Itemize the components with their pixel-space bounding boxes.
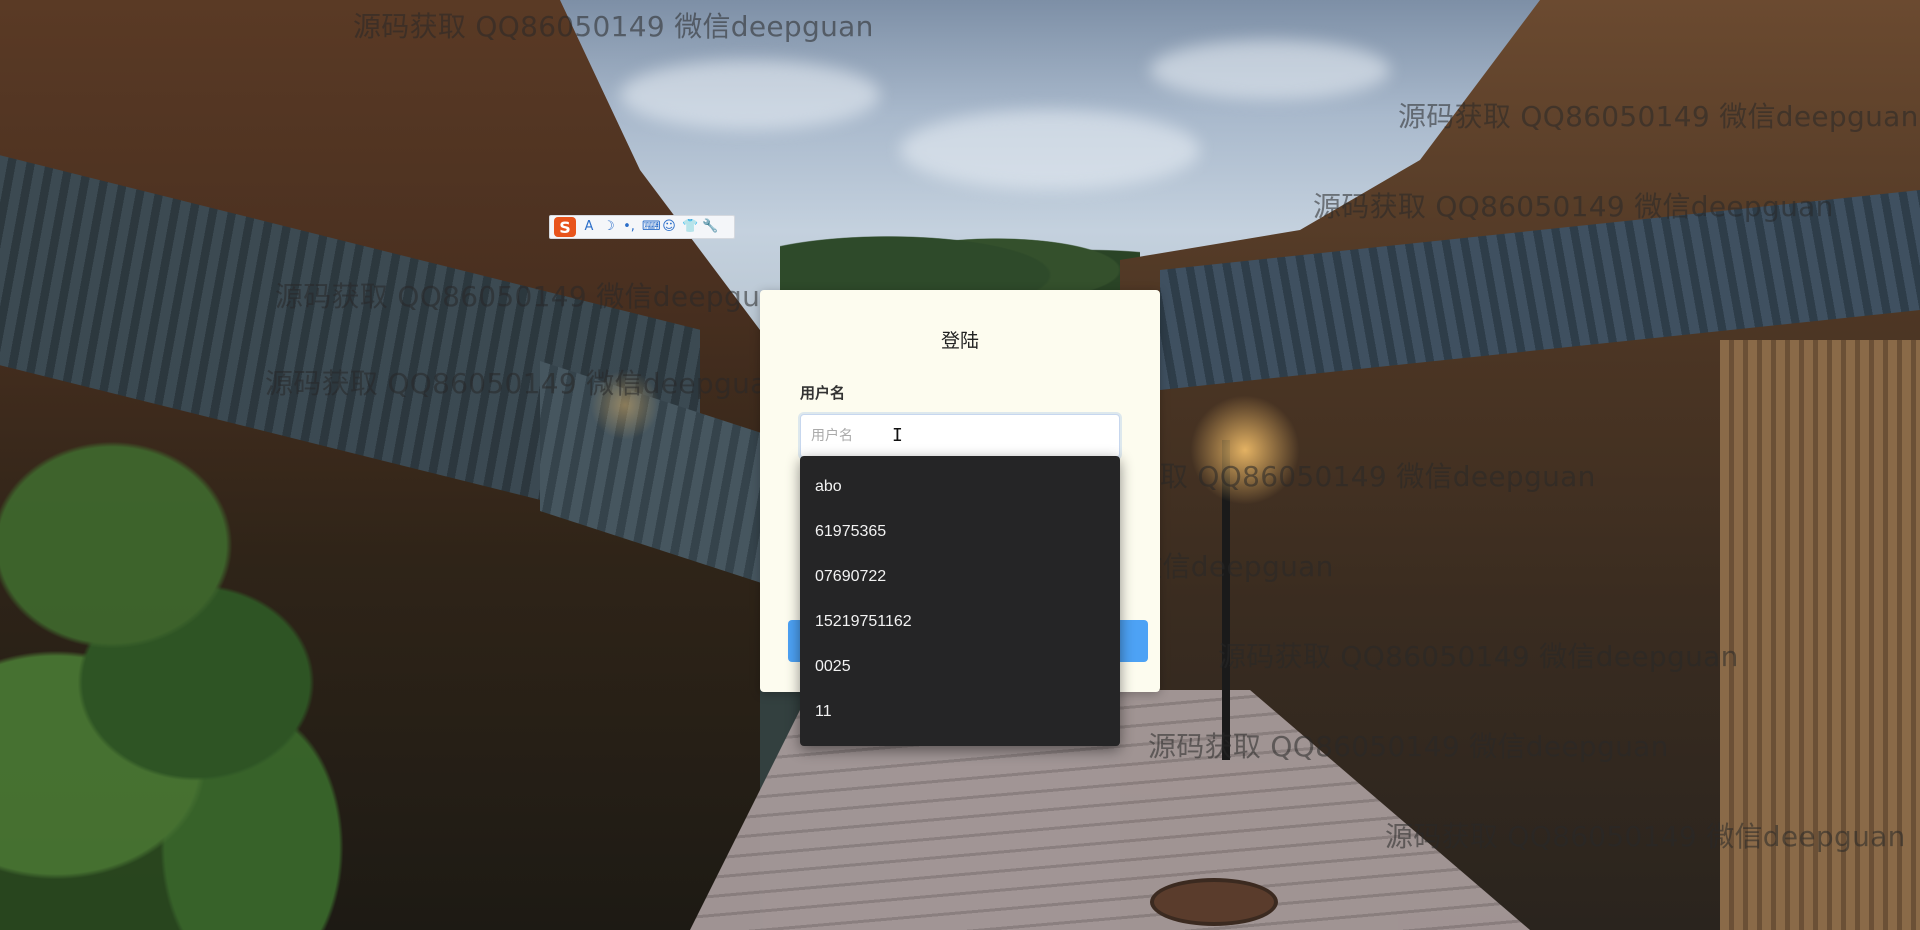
watermark: 源码获取 QQ86050149 微信deepguan <box>1313 190 1834 223</box>
foliage <box>0 380 560 930</box>
moon-icon[interactable]: ☽ <box>602 220 616 234</box>
manhole <box>1150 878 1278 926</box>
text-cursor-icon: I <box>892 426 903 446</box>
autocomplete-item[interactable]: abo <box>800 464 1120 509</box>
autocomplete-dropdown[interactable]: abo 61975365 07690722 15219751162 0025 1… <box>800 456 1120 746</box>
watermark: 源码获取 QQ86050149 微信deepguan <box>1148 730 1669 763</box>
login-title: 登陆 <box>940 330 979 352</box>
sogou-logo-icon[interactable]: S <box>554 217 576 237</box>
watermark: 源码获取 QQ86050149 微信deepguan <box>353 10 874 43</box>
autocomplete-item[interactable]: 15219751162 <box>800 599 1120 644</box>
wrench-icon[interactable]: 🔧 <box>702 220 718 234</box>
watermark: 源码获取 QQ86050149 微信deepguan <box>1218 640 1739 673</box>
autocomplete-item[interactable]: 0025 <box>800 644 1120 689</box>
watermark: 源码获取 QQ86050149 微信deepguan <box>275 280 796 313</box>
autocomplete-item[interactable]: 07690722 <box>800 554 1120 599</box>
watermark: 源码获取 QQ86050149 微信deepguan <box>1385 820 1906 853</box>
watermark: 源码获取 QQ86050149 微信deepguan <box>1398 100 1919 133</box>
shirt-icon[interactable]: 👕 <box>682 220 698 234</box>
ime-toolbar[interactable]: S A ☽ •, ⌨ ☺ 👕 🔧 <box>549 215 735 239</box>
username-label: 用户名 <box>800 384 846 402</box>
username-input[interactable] <box>800 414 1120 458</box>
keyboard-icon[interactable]: ⌨ <box>642 220 661 234</box>
user-icon[interactable]: ☺ <box>662 220 676 234</box>
autocomplete-item[interactable]: 61975365 <box>800 509 1120 554</box>
letter-a-icon[interactable]: A <box>582 220 596 234</box>
punctuation-icon[interactable]: •, <box>622 220 636 234</box>
autocomplete-item[interactable]: 11 <box>800 689 1120 734</box>
watermark: 源码获取 QQ86050149 微信deepguan <box>265 367 786 400</box>
